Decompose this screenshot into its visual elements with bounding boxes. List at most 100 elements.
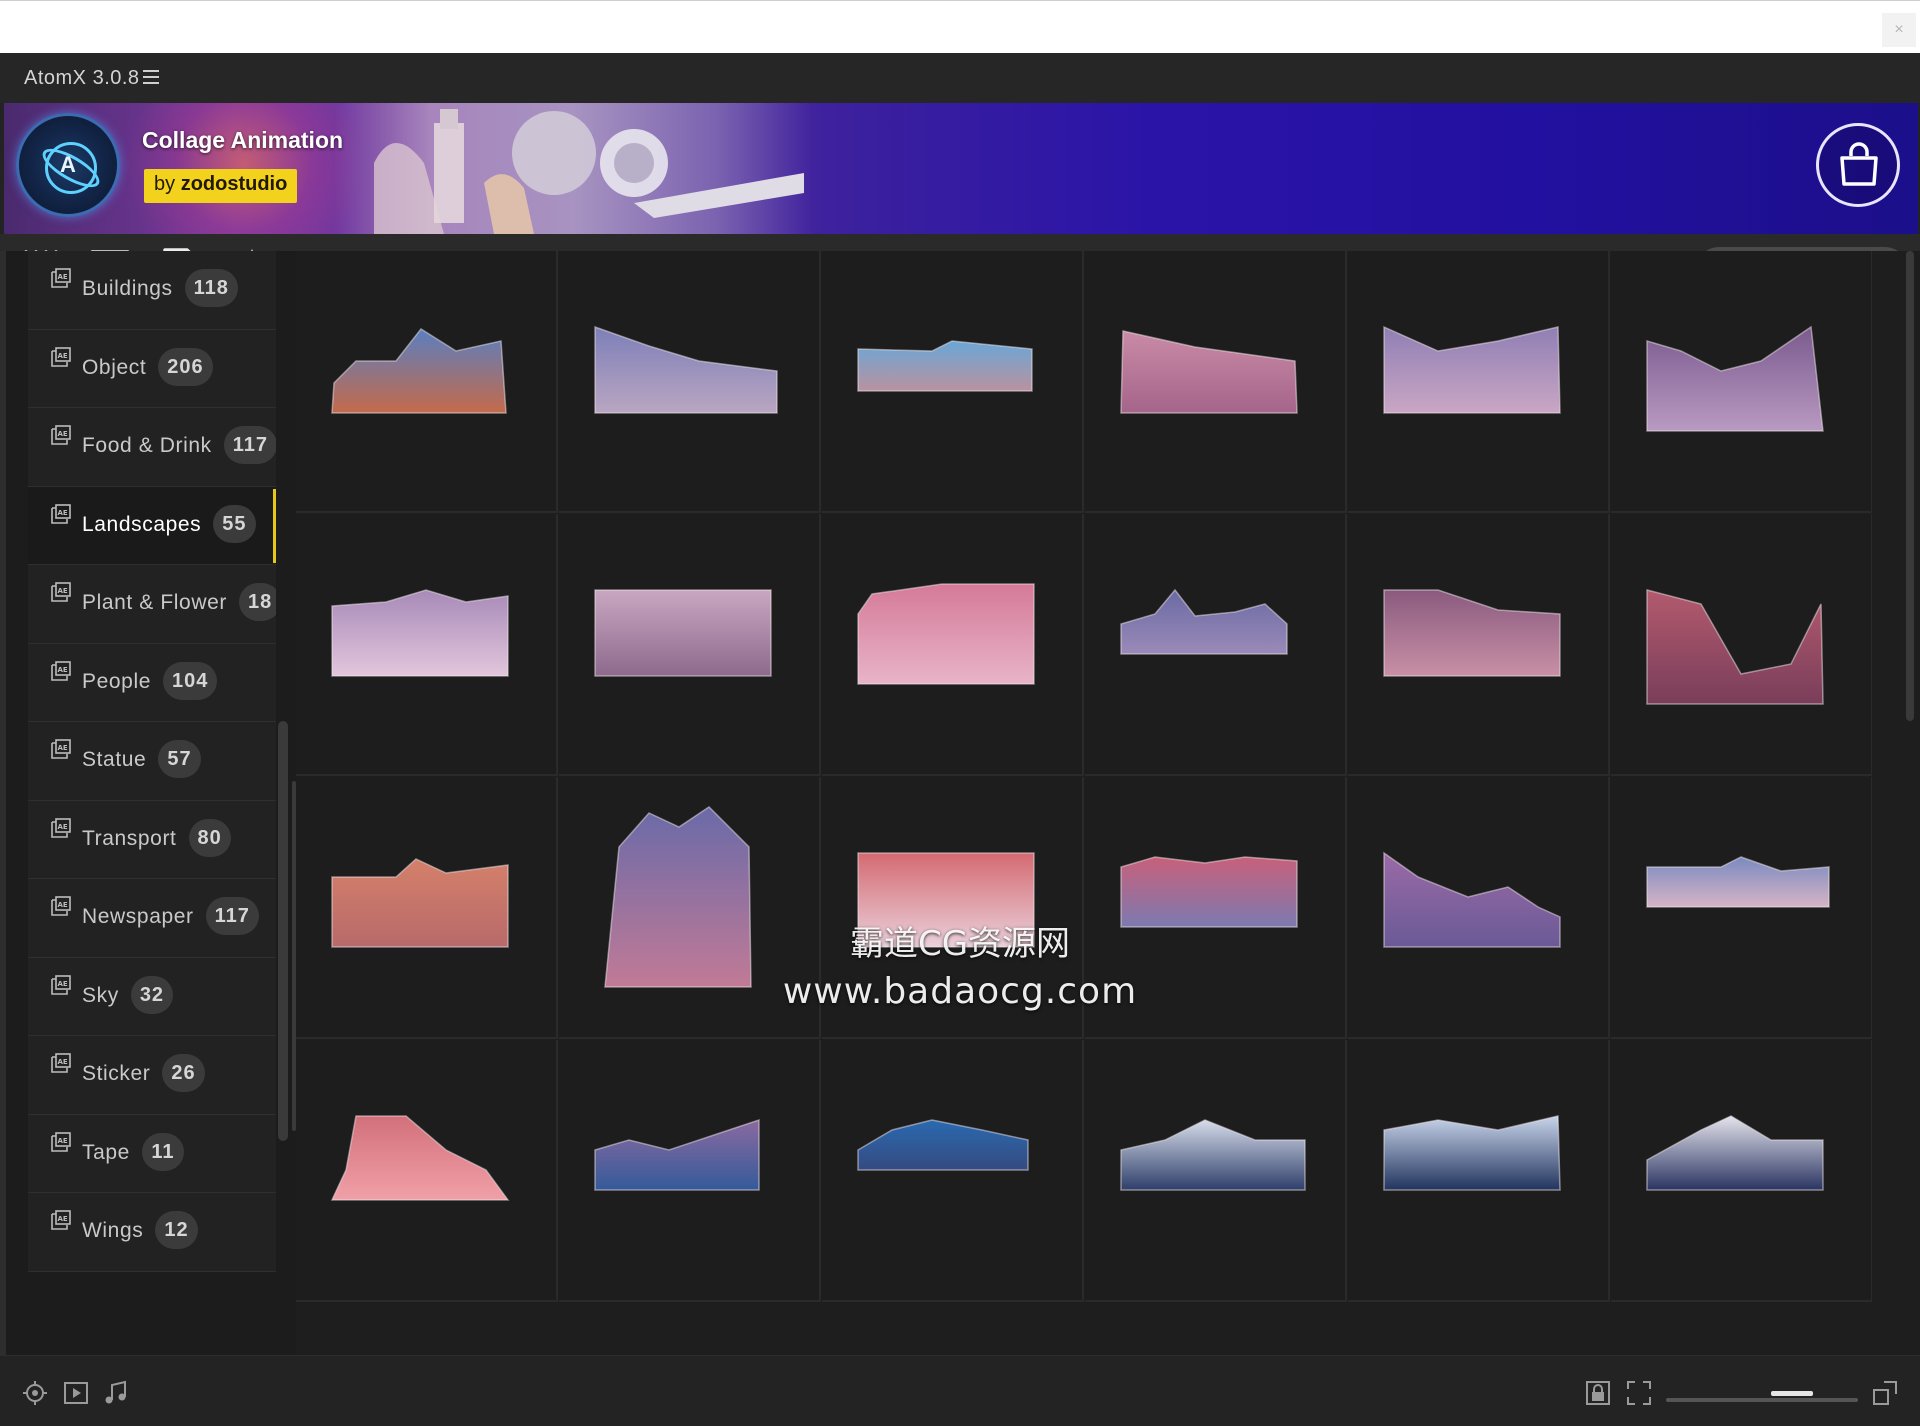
- banner-collage-image: [334, 103, 814, 234]
- svg-text:AE: AE: [58, 980, 68, 988]
- logo-letter: A: [60, 152, 76, 177]
- sidebar-item-label: Statue: [82, 748, 147, 771]
- asset-tile-rocky-desert[interactable]: [1348, 514, 1610, 776]
- asset-tile-snowy-volcano-flat[interactable]: [1611, 777, 1872, 1039]
- asset-tile-red-mesa[interactable]: [296, 777, 558, 1039]
- window-close-button[interactable]: ×: [1882, 13, 1916, 47]
- sidebar-item-newspaper[interactable]: AE Newspaper 117: [28, 879, 276, 958]
- asset-thumbnail: [604, 806, 752, 988]
- asset-thumbnail: [594, 325, 778, 414]
- sidebar-item-label: Sky: [82, 983, 119, 1007]
- sidebar-item-count: 55: [213, 504, 256, 543]
- category-list: AE Buildings 118 AE Object 206 AE Food & Drink 1…: [28, 251, 276, 1355]
- sidebar-item-label: Transport: [82, 826, 177, 850]
- sidebar-item-people[interactable]: AE People 104: [28, 643, 276, 722]
- sidebar-item-sky[interactable]: AE Sky 32: [28, 957, 276, 1036]
- category-sidebar: AE Buildings 118 AE Object 206 AE Food & Drink 1…: [0, 251, 296, 1355]
- ae-file-icon: AE: [50, 895, 72, 917]
- asset-tile-blue-ridge[interactable]: [822, 1040, 1084, 1302]
- sidebar-item-count: 104: [163, 661, 218, 700]
- asset-thumbnail: [1120, 330, 1298, 414]
- sidebar-item-plant-flower[interactable]: AE Plant & Flower 18: [28, 565, 276, 644]
- play-box-icon[interactable]: [63, 1380, 89, 1406]
- asset-tile-boardwalk[interactable]: [822, 251, 1084, 513]
- pack-banner[interactable]: A Collage Animation by zodostudio: [4, 103, 1918, 234]
- sidebar-item-count: 18: [238, 583, 276, 621]
- sidebar-item-label: Tape: [82, 1140, 130, 1164]
- banner-tag-prefix: by: [154, 173, 176, 195]
- target-icon[interactable]: [22, 1380, 48, 1406]
- asset-tile-pink-arch[interactable]: [822, 514, 1084, 776]
- ae-file-icon: AE: [50, 581, 72, 603]
- expand-icon[interactable]: [1626, 1380, 1652, 1406]
- sidebar-item-sticker[interactable]: AE Sticker 26: [28, 1036, 276, 1115]
- sidebar-item-object[interactable]: AE Object 206: [28, 329, 276, 408]
- svg-text:AE: AE: [58, 901, 68, 909]
- window-top-strip: ×: [0, 0, 1920, 53]
- sidebar-item-transport[interactable]: AE Transport 80: [28, 800, 276, 879]
- music-icon[interactable]: [103, 1380, 129, 1406]
- sidebar-scrollbar[interactable]: [278, 721, 288, 1141]
- sidebar-item-landscapes[interactable]: AE Landscapes 55: [28, 486, 276, 565]
- asset-tile-snowy-range[interactable]: [1085, 1040, 1347, 1302]
- asset-tile-mountain-red-blue[interactable]: [296, 251, 558, 513]
- sidebar-item-food-drink[interactable]: AE Food & Drink 117: [28, 408, 276, 487]
- asset-thumbnail: [1646, 325, 1824, 432]
- banner-author-tag: by zodostudio: [144, 169, 298, 203]
- asset-thumbnail: [857, 340, 1033, 392]
- shopping-bag-icon: [1840, 142, 1878, 186]
- zoom-slider-track[interactable]: [1666, 1398, 1858, 1402]
- asset-thumbnail: [594, 1118, 760, 1191]
- asset-thumbnail: [1383, 851, 1561, 948]
- asset-tile-red-rock-road[interactable]: [1085, 777, 1347, 1039]
- sidebar-item-count: 26: [162, 1054, 205, 1092]
- sidebar-item-statue[interactable]: AE Statue 57: [28, 722, 276, 801]
- asset-thumbnail: [1383, 1115, 1561, 1191]
- asset-tile-pink-desert-plain[interactable]: [296, 514, 558, 776]
- lock-icon[interactable]: [1585, 1380, 1611, 1406]
- asset-tile-sand-dunes[interactable]: [1085, 251, 1347, 513]
- asset-thumbnail: [594, 589, 772, 677]
- sidebar-item-buildings[interactable]: AE Buildings 118: [28, 251, 276, 330]
- svg-text:AE: AE: [58, 587, 68, 595]
- sidebar-item-tape[interactable]: AE Tape 11: [28, 1114, 276, 1193]
- asset-tile-dead-trees-dune[interactable]: [822, 777, 1084, 1039]
- zoom-slider-thumb[interactable]: [1771, 1391, 1813, 1396]
- asset-tile-volcano[interactable]: [1611, 1040, 1872, 1302]
- asset-tile-bison-plain[interactable]: [1348, 251, 1610, 513]
- panel-footer: [0, 1355, 1920, 1426]
- hamburger-menu-icon[interactable]: [143, 70, 159, 84]
- asset-thumbnail: [1383, 589, 1561, 677]
- ae-file-icon: AE: [50, 267, 72, 289]
- shop-button[interactable]: [1816, 123, 1900, 207]
- grid-scrollbar[interactable]: [1906, 251, 1914, 721]
- app-root: × AtomX 3.0.8 A Collage Animation by zod…: [0, 0, 1920, 1426]
- ae-file-icon: AE: [50, 660, 72, 682]
- svg-text:AE: AE: [58, 1058, 68, 1066]
- fullscreen-icon[interactable]: [1872, 1380, 1898, 1406]
- asset-tile-blue-hills[interactable]: [559, 1040, 821, 1302]
- asset-tile-pink-peaks[interactable]: [1348, 777, 1610, 1039]
- sidebar-item-count: 117: [223, 426, 276, 464]
- asset-tile-winding-road-desert[interactable]: [559, 514, 821, 776]
- asset-tile-snowy-forest[interactable]: [1348, 1040, 1610, 1302]
- ae-file-icon: AE: [50, 1209, 72, 1231]
- asset-thumbnail: [331, 589, 509, 677]
- asset-tile-canyon-river[interactable]: [1611, 251, 1872, 513]
- asset-tile-butte[interactable]: [296, 1040, 558, 1302]
- svg-text:AE: AE: [58, 744, 68, 752]
- sidebar-item-wings[interactable]: AE Wings 12: [28, 1193, 276, 1272]
- asset-thumbnail: [1120, 856, 1298, 928]
- asset-thumbnail: [330, 1115, 510, 1201]
- asset-tile-desert-road[interactable]: [559, 251, 821, 513]
- asset-tile-rock-spires[interactable]: [1085, 514, 1347, 776]
- asset-thumbnail: [1120, 1119, 1306, 1191]
- sidebar-item-label: Food & Drink: [82, 434, 212, 457]
- sidebar-item-count: 206: [158, 347, 213, 386]
- sidebar-item-count: 32: [130, 975, 174, 1014]
- ae-file-icon: AE: [50, 1131, 72, 1153]
- asset-thumbnail: [1646, 589, 1824, 705]
- ae-file-icon: AE: [50, 974, 72, 996]
- asset-tile-red-canyon[interactable]: [1611, 514, 1872, 776]
- asset-tile-mountain-peak[interactable]: [559, 777, 821, 1039]
